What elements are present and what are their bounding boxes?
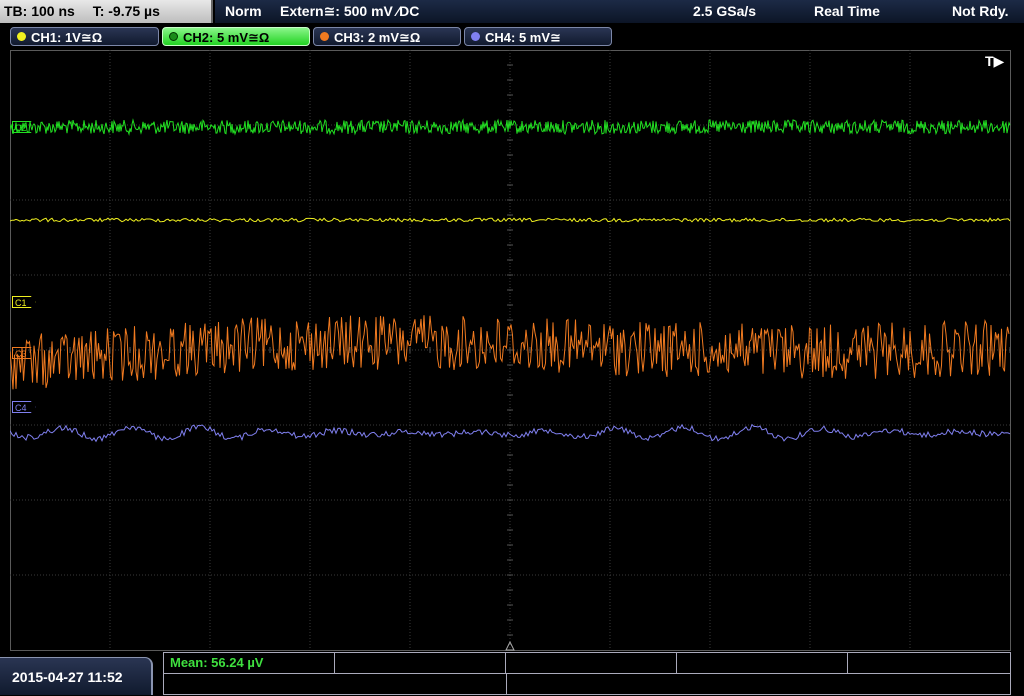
date-time-display: 2015-04-27 11:52 (0, 657, 153, 695)
acquisition-mode: Norm (225, 3, 262, 19)
trigger-status: Not Rdy. (952, 3, 1009, 19)
channel-1-label: CH1: 1V≅Ω (31, 30, 103, 45)
channel-2-offset-marker[interactable]: C2 (12, 121, 36, 133)
channel-4-button[interactable]: CH4: 5 mV≅ (464, 27, 612, 46)
channel-2-label: CH2: 5 mV≅Ω (183, 30, 270, 45)
sample-rate: 2.5 GSa/s (693, 3, 757, 19)
channel-2-button[interactable]: CH2: 5 mV≅Ω (162, 27, 310, 46)
trigger-marker-icon: T▶ (985, 53, 1005, 69)
channel-4-label: CH4: 5 mV≅ (485, 30, 561, 45)
channel-3-dot-icon (320, 32, 329, 41)
waveform-canvas (10, 50, 1011, 651)
mean-measurement: Mean: 56.24 µV (170, 655, 264, 670)
acquisition-type: Real Time (814, 3, 880, 19)
acquisition-panel[interactable]: Norm Extern≅: 500 mV ⁄DC 2.5 GSa/s Real … (215, 0, 1024, 23)
measurement-cell (335, 653, 506, 673)
channel-1-offset-marker[interactable]: C1 (12, 296, 36, 308)
channel-4-dot-icon (471, 32, 480, 41)
channel-4-offset-marker[interactable]: C4 (12, 401, 36, 413)
measurement-panel[interactable]: Mean: 56.24 µV (163, 652, 1011, 695)
channel-3-button[interactable]: CH3: 2 mV≅Ω (313, 27, 461, 46)
measurement-cell (677, 653, 848, 673)
measurement-cell (506, 653, 677, 673)
timebase-value: TB: 100 ns (4, 3, 75, 19)
channel-1-button[interactable]: CH1: 1V≅Ω (10, 27, 159, 46)
channel-1-dot-icon (17, 32, 26, 41)
measurement-divider (506, 674, 507, 695)
channel-3-label: CH3: 2 mV≅Ω (334, 30, 421, 45)
channel-2-dot-icon (169, 32, 178, 41)
channel-3-offset-marker[interactable]: C3 (12, 347, 36, 359)
status-bar: TB: 100 ns T: -9.75 µs Norm Extern≅: 500… (0, 0, 1024, 25)
measurement-divider (164, 673, 1010, 674)
channel-bar: CH1: 1V≅Ω CH2: 5 mV≅Ω CH3: 2 mV≅Ω CH4: 5… (0, 25, 1024, 49)
waveform-display[interactable] (10, 50, 1011, 651)
trigger-time-value: T: -9.75 µs (92, 3, 160, 19)
trigger-source: Extern≅: 500 mV ⁄DC (280, 3, 420, 19)
timebase-panel[interactable]: TB: 100 ns T: -9.75 µs (0, 0, 213, 23)
